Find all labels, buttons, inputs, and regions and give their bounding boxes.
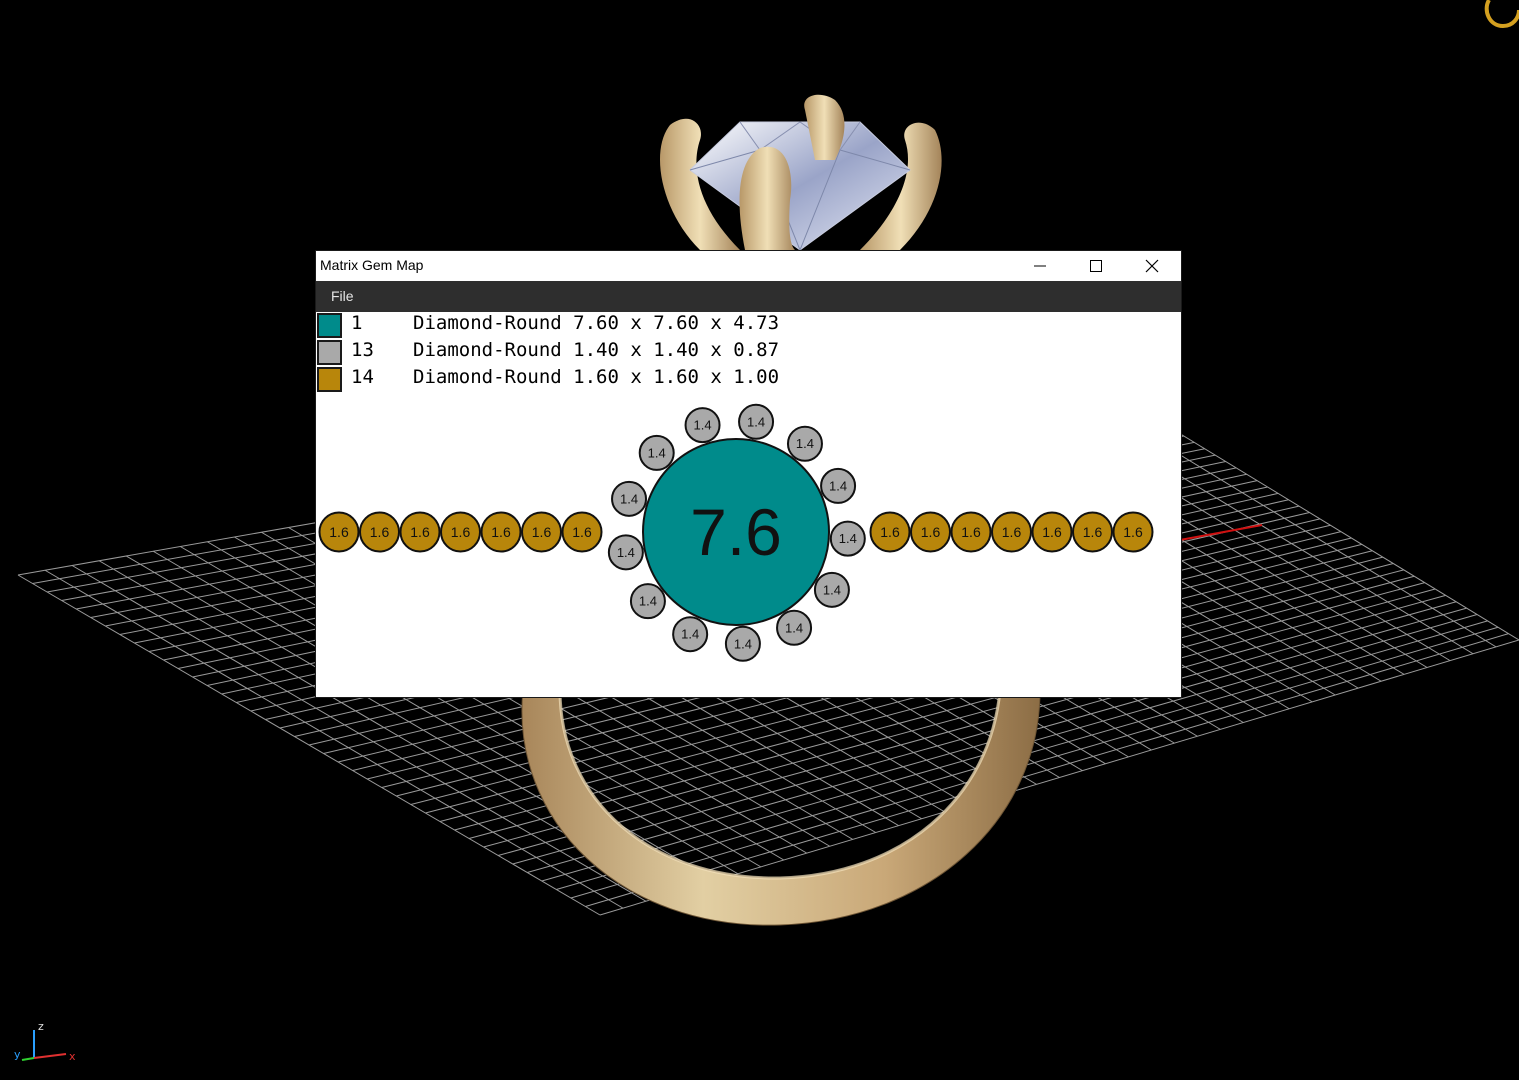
- band-stone-right-label: 1.6: [1083, 524, 1103, 540]
- band-stone-left[interactable]: 1.6: [359, 511, 400, 553]
- axis-z-label: z: [38, 1020, 44, 1033]
- scene-object-fragment: [1484, 0, 1519, 29]
- band-stone-left-label: 1.6: [451, 524, 471, 540]
- band-stone-right-label: 1.6: [1123, 524, 1143, 540]
- band-stone-right[interactable]: 1.6: [1072, 511, 1113, 553]
- band-stone-left[interactable]: 1.6: [521, 511, 562, 553]
- halo-stone-label: 1.4: [681, 627, 699, 642]
- axis-x-label: x: [69, 1050, 76, 1063]
- band-stone-right[interactable]: 1.6: [950, 511, 992, 553]
- halo-stone-label: 1.4: [839, 531, 857, 546]
- band-stone-right-label: 1.6: [961, 524, 981, 540]
- center-stone[interactable]: 7.6: [642, 438, 830, 626]
- gem-map-window[interactable]: Matrix Gem Map File 1 Diamond-Round 7.60…: [316, 251, 1181, 697]
- halo-stone[interactable]: 1.4: [776, 609, 813, 646]
- band-stone-left[interactable]: 1.6: [399, 511, 441, 553]
- cad-viewport[interactable]: z x y Matrix Gem Map File 1 Diamond-Roun…: [0, 0, 1519, 1080]
- band-stone-left[interactable]: 1.6: [561, 511, 603, 553]
- band-stone-left-label: 1.6: [572, 524, 592, 540]
- halo-stone-label: 1.4: [648, 445, 666, 460]
- halo-stone[interactable]: 1.4: [786, 425, 823, 462]
- band-stone-left-label: 1.6: [329, 524, 349, 540]
- halo-stone[interactable]: 1.4: [738, 403, 775, 440]
- band-stone-left-label: 1.6: [410, 524, 430, 540]
- halo-stone[interactable]: 1.4: [638, 434, 675, 471]
- halo-stone[interactable]: 1.4: [829, 520, 866, 557]
- halo-stone[interactable]: 1.4: [813, 571, 850, 608]
- band-stone-left[interactable]: 1.6: [440, 511, 481, 553]
- band-stone-left-label: 1.6: [491, 524, 511, 540]
- band-stone-left-label: 1.6: [370, 524, 390, 540]
- halo-stone[interactable]: 1.4: [684, 407, 721, 444]
- halo-stone[interactable]: 1.4: [629, 583, 666, 620]
- halo-stone-label: 1.4: [617, 545, 635, 560]
- diamond-setting: [660, 94, 942, 252]
- center-stone-label: 7.6: [690, 495, 782, 569]
- halo-stone-label: 1.4: [823, 582, 841, 597]
- band-stone-right[interactable]: 1.6: [1031, 511, 1073, 553]
- band-stone-left-label: 1.6: [532, 524, 552, 540]
- halo-stone[interactable]: 1.4: [672, 616, 709, 653]
- halo-stone-label: 1.4: [639, 594, 657, 609]
- halo-stone-label: 1.4: [734, 636, 752, 651]
- band-stone-right[interactable]: 1.6: [910, 511, 951, 553]
- band-stone-right[interactable]: 1.6: [991, 511, 1032, 553]
- band-stone-right-label: 1.6: [1002, 524, 1022, 540]
- band-stone-right-label: 1.6: [1042, 524, 1062, 540]
- halo-stone[interactable]: 1.4: [611, 480, 648, 517]
- halo-stone-label: 1.4: [620, 491, 638, 506]
- halo-stone[interactable]: 1.4: [820, 467, 857, 504]
- axis-tripod: z x y: [14, 1020, 76, 1063]
- halo-stone[interactable]: 1.4: [607, 534, 644, 571]
- band-stone-right[interactable]: 1.6: [1112, 511, 1154, 553]
- band-stone-right-label: 1.6: [880, 524, 900, 540]
- band-stone-left[interactable]: 1.6: [480, 511, 522, 553]
- halo-stone-label: 1.4: [694, 418, 712, 433]
- gem-layout-map[interactable]: 7.6 1.4 1.4 1.4 1.4 1.4 1.4 1.4 1.4 1.4 1.4 1.4 1.4 1…: [316, 251, 1181, 697]
- halo-stone-label: 1.4: [785, 620, 803, 635]
- halo-stone-label: 1.4: [796, 436, 814, 451]
- halo-stone-label: 1.4: [747, 414, 765, 429]
- band-stone-left[interactable]: 1.6: [318, 511, 360, 553]
- band-stone-right-label: 1.6: [921, 524, 941, 540]
- halo-stone[interactable]: 1.4: [724, 625, 761, 662]
- halo-stone-label: 1.4: [829, 478, 847, 493]
- axis-y-label: y: [14, 1048, 21, 1061]
- band-stone-right[interactable]: 1.6: [869, 511, 911, 553]
- x-axis-line: [1179, 524, 1263, 541]
